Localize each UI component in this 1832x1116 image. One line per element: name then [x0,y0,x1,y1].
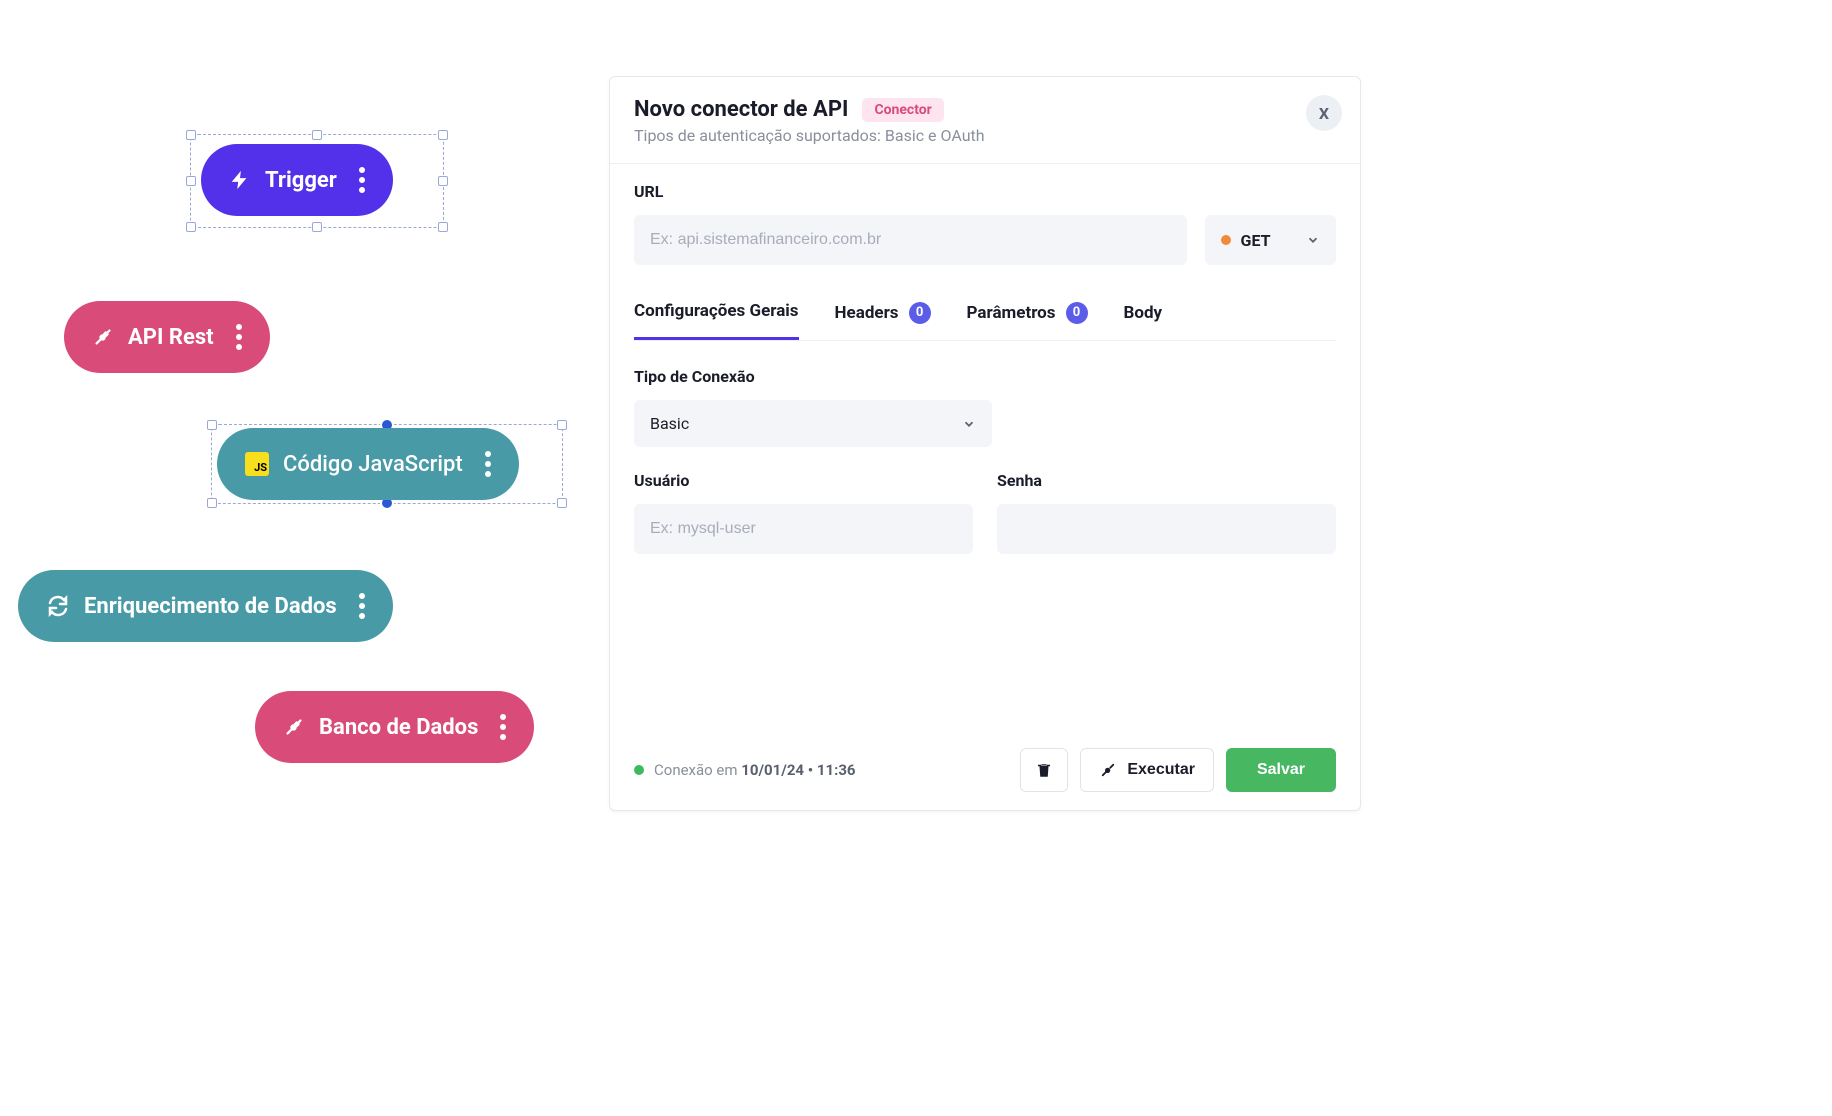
chevron-down-icon [962,417,976,431]
method-value: GET [1241,231,1271,250]
panel-subtitle: Tipos de autenticação suportados: Basic … [634,126,1336,145]
bolt-icon [229,167,251,193]
tab-headers[interactable]: Headers 0 [835,293,931,340]
node-label: Código JavaScript [283,452,463,477]
node-trigger[interactable]: Trigger [201,144,393,216]
config-tabs: Configurações Gerais Headers 0 Parâmetro… [634,293,1336,341]
status-timestamp: 10/01/24 • 11:36 [741,761,855,779]
panel-header: Novo conector de API Conector Tipos de a… [610,77,1360,164]
status-dot-icon [634,765,644,775]
connection-type-value: Basic [650,414,689,433]
password-label: Senha [997,471,1336,490]
connection-status: Conexão em 10/01/24 • 11:36 [634,761,856,779]
tab-params[interactable]: Parâmetros 0 [967,293,1088,340]
node-label: Enriquecimento de Dados [84,594,337,619]
headers-count-badge: 0 [909,302,931,324]
node-label: API Rest [128,325,214,350]
status-prefix: Conexão em [654,761,741,779]
js-icon: JS [245,452,269,476]
node-label: Banco de Dados [319,715,478,740]
user-label: Usuário [634,471,973,490]
url-label: URL [634,182,1336,201]
node-menu-button[interactable] [359,593,365,619]
node-menu-button[interactable] [236,324,242,350]
close-button[interactable]: X [1306,95,1342,131]
node-enrichment[interactable]: Enriquecimento de Dados [18,570,393,642]
http-method-select[interactable]: GET [1205,215,1336,265]
method-color-dot [1221,235,1231,245]
plug-icon [1099,761,1117,779]
connection-type-select[interactable]: Basic [634,400,992,447]
password-input[interactable] [997,504,1336,554]
tab-label: Configurações Gerais [634,301,799,321]
user-input[interactable] [634,504,973,554]
close-icon: X [1319,104,1329,123]
sync-icon [46,594,70,618]
tab-general[interactable]: Configurações Gerais [634,293,799,340]
panel-title: Novo conector de API [634,97,848,122]
node-database[interactable]: Banco de Dados [255,691,534,763]
node-javascript[interactable]: JS Código JavaScript [217,428,519,500]
node-menu-button[interactable] [485,451,491,477]
tab-label: Body [1124,303,1163,323]
tab-body[interactable]: Body [1124,293,1163,340]
trash-icon [1035,761,1053,779]
plug-icon [283,716,305,738]
api-connector-panel: Novo conector de API Conector Tipos de a… [609,76,1361,811]
node-label: Trigger [265,168,337,193]
save-button[interactable]: Salvar [1226,748,1336,792]
save-label: Salvar [1257,761,1305,779]
connection-type-label: Tipo de Conexão [634,367,1336,386]
node-menu-button[interactable] [359,167,365,193]
execute-button[interactable]: Executar [1080,748,1214,792]
connector-badge: Conector [862,98,943,122]
node-api-rest[interactable]: API Rest [64,301,270,373]
plug-icon [92,326,114,348]
execute-label: Executar [1127,761,1195,779]
node-menu-button[interactable] [500,714,506,740]
tab-label: Headers [835,303,899,323]
url-input[interactable] [634,215,1187,265]
panel-footer: Conexão em 10/01/24 • 11:36 Executar Sal… [610,730,1360,810]
delete-button[interactable] [1020,748,1068,792]
params-count-badge: 0 [1066,302,1088,324]
tab-label: Parâmetros [967,303,1056,323]
chevron-down-icon [1306,233,1320,247]
